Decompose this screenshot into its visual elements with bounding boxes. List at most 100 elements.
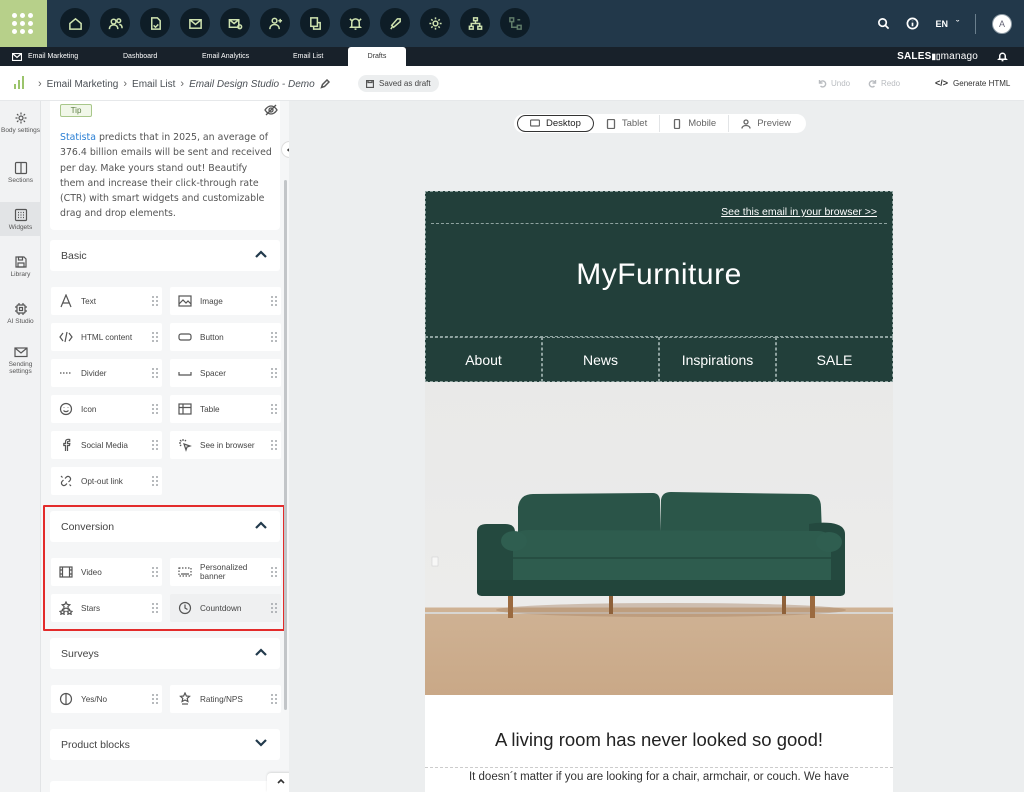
contacts-icon[interactable]	[100, 8, 130, 38]
chevron-up-icon	[277, 778, 285, 784]
search-icon[interactable]	[877, 17, 890, 30]
rail-ai-studio[interactable]: AI Studio	[0, 302, 41, 325]
tab-email-marketing[interactable]: Email Marketing	[12, 47, 78, 66]
drag-handle-icon[interactable]	[267, 368, 281, 378]
device-preview-button[interactable]: Preview	[729, 115, 803, 132]
rail-body-settings[interactable]: Body settings	[0, 111, 41, 134]
drag-handle-icon[interactable]	[267, 694, 281, 704]
preview-user-icon	[741, 118, 751, 129]
device-tablet-button[interactable]: Tablet	[594, 115, 661, 132]
edit-name-icon[interactable]	[320, 79, 330, 89]
email-nav-sale[interactable]: SALE	[776, 337, 893, 382]
widget-button[interactable]: Button	[170, 323, 281, 351]
mail-icon[interactable]	[180, 8, 210, 38]
drag-handle-icon[interactable]	[148, 368, 162, 378]
tab-drafts[interactable]: Drafts	[348, 47, 406, 66]
widget-opt-out-link[interactable]: Opt-out link	[51, 467, 162, 495]
info-icon[interactable]	[906, 17, 919, 30]
panel-scrollbar[interactable]	[284, 180, 287, 710]
notification-bell-icon[interactable]	[997, 51, 1008, 62]
email-header-section[interactable]: See this email in your browser >> MyFurn…	[425, 191, 893, 337]
section-surveys-header[interactable]: Surveys	[50, 638, 280, 669]
rail-widgets[interactable]: Widgets	[0, 202, 41, 236]
tab-email-analytics[interactable]: Email Analytics	[202, 47, 249, 66]
library-icon	[14, 256, 27, 268]
tip-body: predicts that in 2025, an average of 376…	[60, 132, 272, 220]
avatar[interactable]: A	[992, 13, 1012, 34]
section-basic-header[interactable]: Basic	[50, 240, 280, 271]
widget-table[interactable]: Table	[170, 395, 281, 423]
workflow-icon[interactable]	[300, 8, 330, 38]
home-icon[interactable]	[60, 8, 90, 38]
drag-handle-icon[interactable]	[148, 332, 162, 342]
device-desktop-button[interactable]: Desktop	[517, 115, 594, 132]
drag-handle-icon[interactable]	[148, 404, 162, 414]
drag-handle-icon[interactable]	[148, 296, 162, 306]
drag-handle-icon[interactable]	[148, 694, 162, 704]
section-product-blocks-header[interactable]: Product blocks	[50, 729, 280, 760]
widget-label: HTML content	[81, 332, 133, 342]
saved-status-badge: Saved as draft	[358, 75, 439, 92]
mail-settings-icon[interactable]	[220, 8, 250, 38]
widget-icon[interactable]: Icon	[51, 395, 162, 423]
widget-label: Table	[200, 404, 220, 414]
analytics-bars-icon	[14, 76, 24, 89]
sofa-illustration	[425, 492, 893, 618]
email-nav-about[interactable]: About	[425, 337, 542, 382]
widget-text[interactable]: Text	[51, 287, 162, 315]
widget-divider[interactable]: Divider	[51, 359, 162, 387]
widget-image[interactable]: Image	[170, 287, 281, 315]
email-body-text[interactable]: It doesn´t matter if you are looking for…	[457, 769, 861, 785]
drag-handle-icon[interactable]	[267, 296, 281, 306]
widget-label: See in browser	[200, 440, 255, 450]
widget-spacer[interactable]: Spacer	[170, 359, 281, 387]
email-headline[interactable]: A living room has never looked so good!	[425, 729, 893, 751]
widget-social-media[interactable]: Social Media	[51, 431, 162, 459]
section-next-header[interactable]	[50, 781, 280, 792]
widget-yes-no[interactable]: Yes/No	[51, 685, 162, 713]
gear-icon[interactable]	[420, 8, 450, 38]
app-launcher-icon[interactable]	[0, 0, 47, 47]
drag-handle-icon[interactable]	[148, 440, 162, 450]
email-nav-news[interactable]: News	[542, 337, 659, 382]
hero-sofa-image[interactable]	[425, 382, 893, 695]
widget-see-in-browser[interactable]: See in browser	[170, 431, 281, 459]
rail-label: Library	[10, 271, 31, 278]
flow-icon[interactable]	[500, 8, 530, 38]
tab-email-list[interactable]: Email List	[293, 47, 323, 66]
undo-button[interactable]: Undo	[818, 79, 850, 88]
widget-rating-nps[interactable]: Rating/NPS	[170, 685, 281, 713]
breadcrumb-email-list[interactable]: Email List	[132, 79, 175, 90]
generate-html-button[interactable]: </> Generate HTML	[935, 78, 1010, 88]
hierarchy-icon[interactable]	[460, 8, 490, 38]
drag-handle-icon[interactable]	[267, 440, 281, 450]
widget-label: Yes/No	[81, 694, 108, 704]
device-switcher: Desktop Tablet Mobile Preview	[514, 114, 807, 133]
widget-label: Button	[200, 332, 224, 342]
gear-icon	[15, 112, 26, 124]
rocket-icon[interactable]	[380, 8, 410, 38]
text-icon	[51, 294, 81, 308]
rail-sections[interactable]: Sections	[0, 161, 41, 184]
redo-button[interactable]: Redo	[868, 79, 900, 88]
bell-settings-icon[interactable]	[340, 8, 370, 38]
breadcrumb-email-marketing[interactable]: Email Marketing	[47, 79, 119, 90]
drag-handle-icon[interactable]	[267, 404, 281, 414]
breadcrumb-current: Email Design Studio - Demo	[189, 78, 315, 90]
add-user-icon[interactable]	[260, 8, 290, 38]
email-nav-inspirations[interactable]: Inspirations	[659, 337, 776, 382]
widget-html-content[interactable]: HTML content	[51, 323, 162, 351]
drag-handle-icon[interactable]	[148, 476, 162, 486]
rail-library[interactable]: Library	[0, 255, 41, 278]
rail-sending-settings[interactable]: Sending settings	[0, 345, 41, 375]
sections-icon	[14, 161, 27, 175]
statista-link[interactable]: Statista	[60, 132, 96, 143]
document-hand-icon[interactable]	[140, 8, 170, 38]
language-selector[interactable]: EN ˇ	[935, 19, 959, 29]
device-mobile-button[interactable]: Mobile	[660, 115, 730, 132]
view-in-browser-link[interactable]: See this email in your browser >>	[721, 206, 877, 218]
drag-handle-icon[interactable]	[267, 332, 281, 342]
section-divider	[431, 223, 887, 224]
tab-dashboard[interactable]: Dashboard	[123, 47, 157, 66]
top-right-controls: EN ˇ A	[877, 0, 1012, 47]
